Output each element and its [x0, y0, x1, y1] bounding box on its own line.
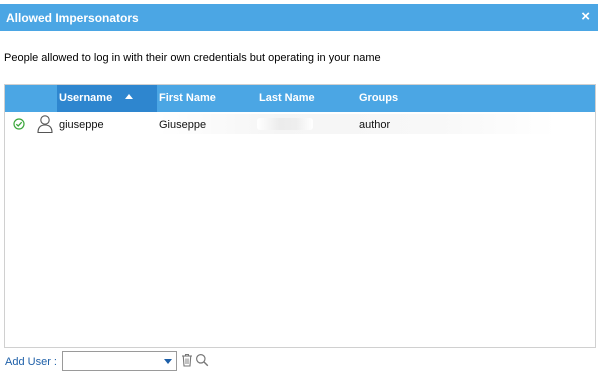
dialog-description: People allowed to log in with their own …: [4, 52, 381, 64]
search-icon[interactable]: [195, 353, 209, 367]
chevron-down-icon[interactable]: [164, 359, 172, 364]
dialog-title: Allowed Impersonators: [6, 11, 139, 25]
column-header-username[interactable]: Username: [59, 92, 112, 104]
table-row[interactable]: giuseppe Giuseppe author: [5, 112, 595, 136]
dialog-footer: Add User :: [0, 349, 598, 377]
grid-header: Username First Name Last Name Groups: [5, 85, 595, 112]
column-header-groups[interactable]: Groups: [359, 92, 398, 104]
cell-groups: author: [359, 119, 391, 131]
row-shade: [159, 114, 557, 134]
sort-ascending-icon[interactable]: [125, 94, 133, 99]
trash-icon[interactable]: [181, 353, 193, 367]
close-icon[interactable]: ×: [581, 8, 590, 26]
cell-last-name-redacted: [257, 118, 313, 130]
cell-first-name: Giuseppe: [159, 119, 207, 131]
check-circle-icon: [13, 118, 25, 130]
column-header-first-name[interactable]: First Name: [159, 92, 216, 104]
cell-username: giuseppe: [59, 119, 104, 131]
add-user-label: Add User :: [5, 356, 57, 368]
dialog-titlebar: Allowed Impersonators ×: [0, 4, 598, 31]
user-icon: [37, 115, 53, 134]
impersonators-grid: Username First Name Last Name Groups giu…: [4, 84, 596, 348]
add-user-combobox[interactable]: [62, 351, 177, 371]
column-header-last-name[interactable]: Last Name: [259, 92, 315, 104]
